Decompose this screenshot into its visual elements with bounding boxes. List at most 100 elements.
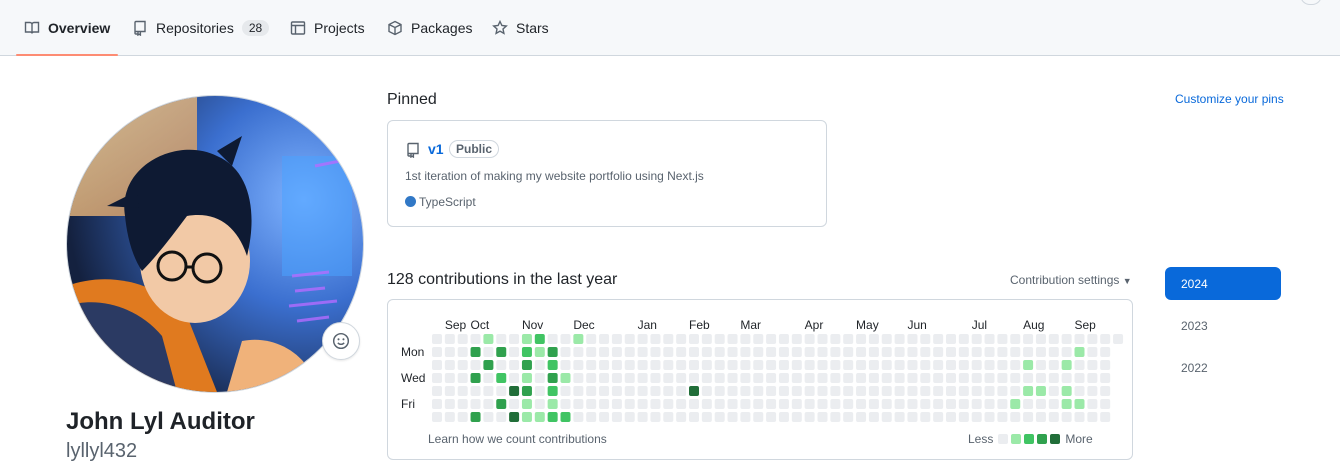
contribution-day-cell[interactable] bbox=[676, 360, 687, 370]
contribution-day-cell[interactable] bbox=[740, 412, 751, 422]
contribution-day-cell[interactable] bbox=[958, 399, 969, 409]
contribution-day-cell[interactable] bbox=[1100, 386, 1111, 396]
contribution-day-cell[interactable] bbox=[958, 373, 969, 383]
contribution-day-cell[interactable] bbox=[1087, 399, 1098, 409]
contribution-day-cell[interactable] bbox=[1035, 386, 1046, 396]
contribution-day-cell[interactable] bbox=[470, 399, 481, 409]
contribution-day-cell[interactable] bbox=[868, 386, 879, 396]
contribution-day-cell[interactable] bbox=[637, 373, 648, 383]
contribution-day-cell[interactable] bbox=[663, 412, 674, 422]
contribution-day-cell[interactable] bbox=[1035, 360, 1046, 370]
contribution-day-cell[interactable] bbox=[586, 399, 597, 409]
contribution-day-cell[interactable] bbox=[547, 334, 558, 344]
contribution-day-cell[interactable] bbox=[958, 412, 969, 422]
contribution-day-cell[interactable] bbox=[714, 373, 725, 383]
contribution-day-cell[interactable] bbox=[804, 386, 815, 396]
contribution-day-cell[interactable] bbox=[483, 399, 494, 409]
contribution-day-cell[interactable] bbox=[1074, 399, 1085, 409]
contribution-day-cell[interactable] bbox=[817, 360, 828, 370]
tab-overview[interactable]: Overview bbox=[15, 0, 119, 56]
contribution-day-cell[interactable] bbox=[611, 399, 622, 409]
contribution-day-cell[interactable] bbox=[483, 334, 494, 344]
contribution-day-cell[interactable] bbox=[457, 399, 468, 409]
contribution-day-cell[interactable] bbox=[1010, 360, 1021, 370]
contribution-day-cell[interactable] bbox=[920, 334, 931, 344]
contribution-day-cell[interactable] bbox=[573, 399, 584, 409]
contribution-day-cell[interactable] bbox=[984, 412, 995, 422]
contribution-day-cell[interactable] bbox=[843, 360, 854, 370]
repo-name-link[interactable]: v1 bbox=[428, 141, 444, 157]
contribution-day-cell[interactable] bbox=[624, 412, 635, 422]
contribution-day-cell[interactable] bbox=[830, 399, 841, 409]
contribution-day-cell[interactable] bbox=[676, 334, 687, 344]
contribution-day-cell[interactable] bbox=[1035, 347, 1046, 357]
contribution-day-cell[interactable] bbox=[1074, 373, 1085, 383]
contribution-day-cell[interactable] bbox=[958, 360, 969, 370]
contribution-day-cell[interactable] bbox=[689, 373, 699, 383]
contribution-day-cell[interactable] bbox=[946, 412, 956, 422]
contribution-day-cell[interactable] bbox=[971, 412, 982, 422]
contribution-day-cell[interactable] bbox=[599, 373, 610, 383]
contribution-day-cell[interactable] bbox=[444, 347, 455, 357]
contribution-day-cell[interactable] bbox=[1100, 347, 1111, 357]
contribution-day-cell[interactable] bbox=[753, 334, 764, 344]
contribution-day-cell[interactable] bbox=[701, 399, 712, 409]
contribution-day-cell[interactable] bbox=[1074, 412, 1085, 422]
contribution-day-cell[interactable] bbox=[817, 347, 828, 357]
contribution-day-cell[interactable] bbox=[560, 334, 571, 344]
contribution-day-cell[interactable] bbox=[1023, 399, 1034, 409]
year-2023-button[interactable]: 2023 bbox=[1165, 309, 1281, 342]
contribution-day-cell[interactable] bbox=[624, 334, 635, 344]
contribution-day-cell[interactable] bbox=[509, 386, 520, 396]
contribution-day-cell[interactable] bbox=[920, 412, 931, 422]
contribution-day-cell[interactable] bbox=[907, 373, 918, 383]
contribution-day-cell[interactable] bbox=[740, 334, 751, 344]
contribution-day-cell[interactable] bbox=[766, 373, 777, 383]
contribution-day-cell[interactable] bbox=[933, 399, 944, 409]
contribution-day-cell[interactable] bbox=[547, 373, 558, 383]
contribution-day-cell[interactable] bbox=[881, 347, 892, 357]
contribution-day-cell[interactable] bbox=[650, 399, 661, 409]
contribution-day-cell[interactable] bbox=[933, 373, 944, 383]
contribution-day-cell[interactable] bbox=[817, 386, 828, 396]
contribution-day-cell[interactable] bbox=[689, 399, 699, 409]
contribution-day-cell[interactable] bbox=[611, 360, 622, 370]
contribution-day-cell[interactable] bbox=[521, 360, 532, 370]
contribution-day-cell[interactable] bbox=[894, 399, 905, 409]
contribution-day-cell[interactable] bbox=[830, 347, 841, 357]
contribution-day-cell[interactable] bbox=[766, 347, 777, 357]
customize-pins-link[interactable]: Customize your pins bbox=[1175, 92, 1284, 106]
contribution-day-cell[interactable] bbox=[778, 412, 789, 422]
contribution-day-cell[interactable] bbox=[791, 386, 802, 396]
contribution-day-cell[interactable] bbox=[843, 347, 854, 357]
contribution-day-cell[interactable] bbox=[817, 399, 828, 409]
contribution-day-cell[interactable] bbox=[1048, 334, 1059, 344]
contribution-day-cell[interactable] bbox=[778, 347, 789, 357]
contribution-day-cell[interactable] bbox=[611, 347, 622, 357]
contribution-day-cell[interactable] bbox=[997, 412, 1008, 422]
contribution-day-cell[interactable] bbox=[624, 347, 635, 357]
contribution-day-cell[interactable] bbox=[701, 334, 712, 344]
contribution-day-cell[interactable] bbox=[637, 386, 648, 396]
contribution-day-cell[interactable] bbox=[650, 386, 661, 396]
contribution-day-cell[interactable] bbox=[984, 373, 995, 383]
contribution-day-cell[interactable] bbox=[766, 360, 777, 370]
contribution-day-cell[interactable] bbox=[971, 347, 982, 357]
contribution-day-cell[interactable] bbox=[509, 347, 520, 357]
contribution-day-cell[interactable] bbox=[573, 347, 584, 357]
contribution-day-cell[interactable] bbox=[521, 412, 532, 422]
contribution-day-cell[interactable] bbox=[1023, 334, 1034, 344]
contribution-day-cell[interactable] bbox=[933, 334, 944, 344]
contribution-day-cell[interactable] bbox=[1100, 373, 1111, 383]
contribution-day-cell[interactable] bbox=[701, 373, 712, 383]
year-2024-button[interactable]: 2024 bbox=[1165, 267, 1281, 300]
contribution-day-cell[interactable] bbox=[1010, 347, 1021, 357]
contribution-day-cell[interactable] bbox=[817, 373, 828, 383]
contribution-day-cell[interactable] bbox=[984, 334, 995, 344]
contribution-day-cell[interactable] bbox=[920, 360, 931, 370]
contribution-day-cell[interactable] bbox=[650, 412, 661, 422]
contribution-day-cell[interactable] bbox=[791, 373, 802, 383]
contribution-day-cell[interactable] bbox=[856, 360, 867, 370]
contribution-day-cell[interactable] bbox=[804, 360, 815, 370]
contribution-day-cell[interactable] bbox=[663, 399, 674, 409]
